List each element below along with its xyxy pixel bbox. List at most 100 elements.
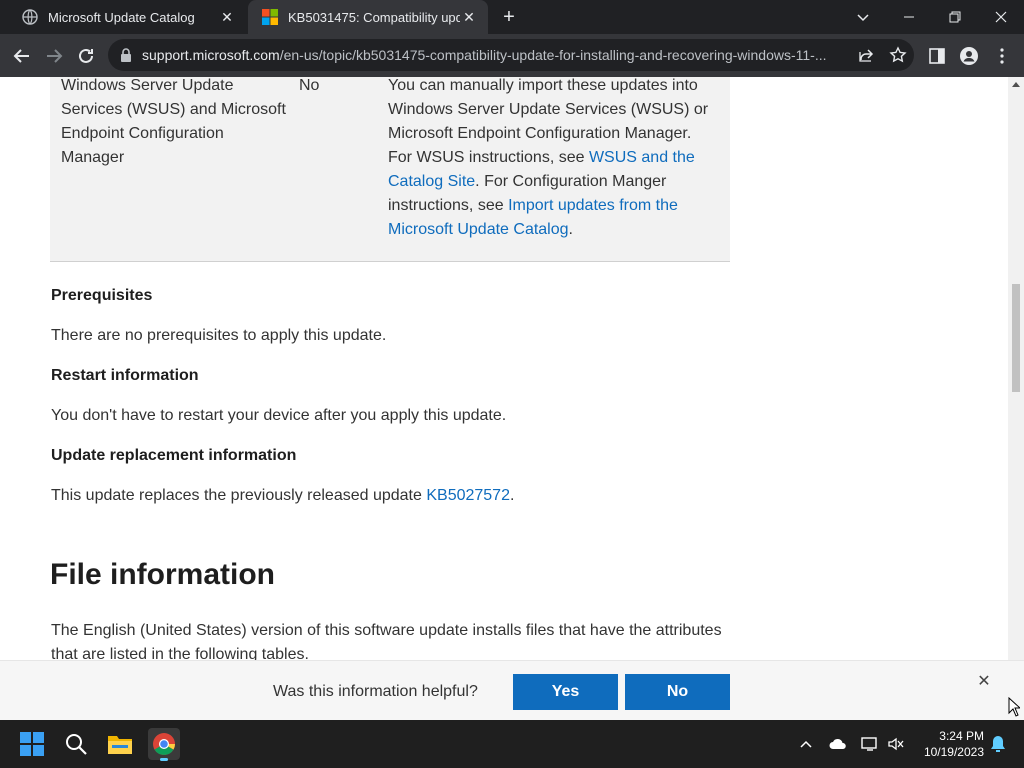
feedback-yes-button[interactable]: Yes [513,674,618,710]
chevron-up-icon [800,740,812,748]
back-button[interactable] [8,42,36,70]
file-explorer-button[interactable] [104,728,136,760]
tab-close-icon[interactable]: ✕ [460,8,478,26]
minimize-icon [904,16,914,18]
forward-button[interactable] [40,42,68,70]
prerequisites-heading: Prerequisites [51,287,153,304]
scrollbar-thumb[interactable] [1012,284,1020,392]
browser-menu-button[interactable] [988,42,1016,70]
cell-line: Microsoft Endpoint Configuration Manager… [388,125,692,142]
file-info-line: that are listed in the following tables. [51,646,309,660]
chrome-taskbar-button[interactable] [148,728,180,761]
tab-title: KB5031475: Compatibility update for inst… [288,9,460,25]
cell-line: Windows Server Update [61,77,234,94]
feedback-bar: Was this information helpful? Yes No ✕ [0,660,1024,720]
globe-icon [22,9,38,25]
cell-text: . For Configuration Manger [475,173,667,190]
import-updates-link-cont[interactable]: Microsoft Update Catalog [388,221,569,238]
address-bar[interactable]: support.microsoft.com/en-us/topic/kb5031… [108,39,914,71]
side-panel-icon [929,48,945,64]
feedback-close-icon[interactable]: ✕ [975,673,993,691]
file-information-heading: File information [50,558,275,591]
cell-line: Microsoft Update Catalog. [388,218,718,242]
arrow-left-icon [13,49,29,63]
scroll-up-arrow-icon[interactable] [1012,82,1020,87]
mouse-cursor-icon [1008,697,1020,717]
profile-button[interactable] [955,42,983,70]
bell-icon [991,736,1005,752]
url-text: support.microsoft.com/en-us/topic/kb5031… [142,47,842,63]
browser-tab-strip: Microsoft Update Catalog ✕ KB5031475: Co… [0,0,1024,34]
file-information-text: The English (United States) version of t… [51,619,722,660]
cell-line: Services (WSUS) and Microsoft [61,101,286,118]
file-info-line: The English (United States) version of t… [51,622,722,639]
replacement-text-end: . [509,487,515,504]
replacement-text: This update replaces the previously rele… [51,487,427,504]
cloud-icon [829,738,846,749]
reload-icon [79,48,93,63]
profile-avatar-icon [960,47,978,65]
restore-button[interactable] [932,0,978,34]
clock-time: 3:24 PM [939,729,984,743]
restore-icon [949,11,961,23]
share-icon[interactable] [858,47,874,63]
wsus-catalog-link-cont[interactable]: Catalog Site [388,173,475,190]
reload-button[interactable] [72,42,100,70]
new-tab-button[interactable]: + [498,7,520,27]
cell-line: For WSUS instructions, see WSUS and the [388,146,718,170]
page-scrollbar[interactable] [1008,77,1024,660]
cell-text: . [568,221,573,238]
start-button[interactable] [16,728,48,760]
wsus-catalog-link[interactable]: WSUS and the [589,149,695,166]
monitor-network-icon [861,737,877,751]
cell-text: instructions, see [388,197,509,214]
cell-text: For WSUS instructions, see [388,149,589,166]
lock-icon [121,48,131,62]
cell-line: Windows Server Update Services (WSUS) or [388,101,709,118]
page-content: Windows Server Update Services (WSUS) an… [0,77,1008,660]
onedrive-icon[interactable] [828,734,848,754]
close-window-button[interactable] [978,0,1024,34]
tab-close-icon[interactable]: ✕ [218,8,236,26]
network-icon[interactable] [860,734,880,754]
tab-microsoft-update-catalog[interactable]: Microsoft Update Catalog ✕ [8,0,246,34]
taskbar-clock[interactable]: 3:24 PM 10/19/2023 [914,728,984,760]
arrow-right-icon [47,49,63,63]
kebab-menu-icon [1000,48,1004,64]
minimize-button[interactable] [886,0,932,34]
bookmark-star-icon[interactable] [889,46,907,64]
kb5027572-link[interactable]: KB5027572 [426,487,510,504]
table-cell-channel: Windows Server Update Services (WSUS) an… [61,77,286,170]
microsoft-logo-icon [262,9,278,25]
search-icon [66,734,87,755]
volume-muted-icon[interactable] [886,734,906,754]
chevron-down-icon [857,14,869,22]
show-hidden-icons-button[interactable] [796,734,816,754]
chrome-icon [153,733,175,755]
folder-icon [108,736,132,754]
clock-date: 10/19/2023 [923,745,984,759]
tab-search-button[interactable] [840,0,886,34]
side-panel-button[interactable] [923,42,951,70]
table-cell-available: No [299,77,320,94]
table-cell-next-step: You can manually import these updates in… [388,77,718,242]
tab-title: Microsoft Update Catalog [48,9,195,25]
windows-taskbar: 3:24 PM 10/19/2023 [0,720,1024,768]
feedback-question: Was this information helpful? [273,683,478,700]
url-path: /en-us/topic/kb5031475-compatibility-upd… [279,47,827,63]
update-replacement-text: This update replaces the previously rele… [51,487,514,505]
prerequisites-text: There are no prerequisites to apply this… [51,327,387,344]
cell-line: instructions, see Import updates from th… [388,194,718,218]
notification-button[interactable] [988,734,1008,754]
tab-kb5031475[interactable]: KB5031475: Compatibility update for inst… [248,0,488,34]
url-host: support.microsoft.com [142,47,280,63]
speaker-muted-icon [888,737,904,751]
cell-line: Endpoint Configuration [61,125,224,142]
restart-info-heading: Restart information [51,367,199,384]
update-replacement-heading: Update replacement information [51,447,297,464]
cell-line: Manager [61,149,125,166]
import-updates-link[interactable]: Import updates from the [508,197,678,214]
feedback-no-button[interactable]: No [625,674,730,710]
taskbar-search-button[interactable] [60,728,92,760]
cell-line: You can manually import these updates in… [388,77,698,94]
